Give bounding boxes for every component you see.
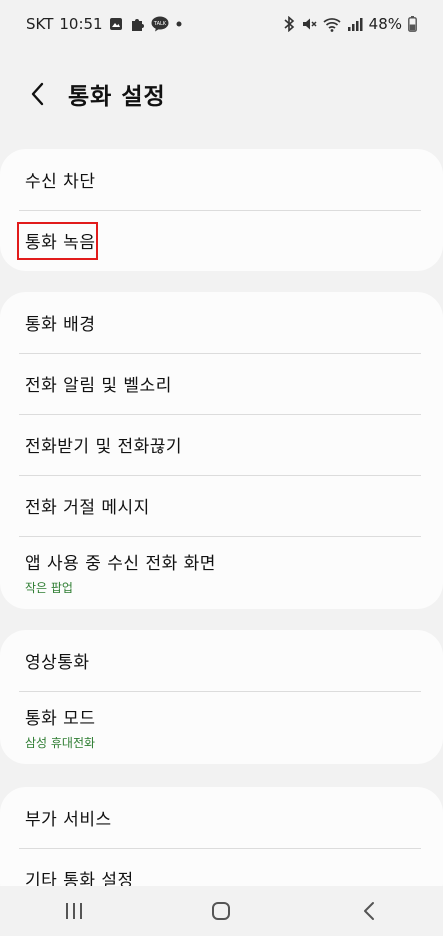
settings-group-video: 영상통화 통화 모드 삼성 휴대전화: [0, 630, 443, 764]
item-label: 영상통화: [25, 653, 90, 673]
decline-messages-item[interactable]: 전화 거절 메시지: [0, 475, 443, 536]
home-button[interactable]: [191, 886, 251, 936]
item-label: 전화 알림 및 벨소리: [25, 376, 172, 396]
signal-icon: [347, 17, 363, 31]
call-mode-item[interactable]: 통화 모드 삼성 휴대전화: [0, 691, 443, 764]
supplementary-services-item[interactable]: 부가 서비스: [0, 787, 443, 848]
call-recording-item[interactable]: 통화 녹음: [0, 210, 443, 271]
nav-back-button[interactable]: [339, 886, 399, 936]
answer-end-calls-item[interactable]: 전화받기 및 전화끊기: [0, 414, 443, 475]
home-icon: [212, 902, 231, 920]
back-button[interactable]: [10, 66, 66, 122]
battery-icon: [408, 16, 417, 32]
item-sublabel: 삼성 휴대전화: [25, 736, 96, 750]
recents-button[interactable]: [44, 886, 104, 936]
call-block-item[interactable]: 수신 차단: [0, 149, 443, 210]
mute-icon: [301, 16, 317, 32]
item-label: 앱 사용 중 수신 전화 화면: [25, 554, 216, 574]
navigation-bar: [0, 886, 443, 936]
status-bar: SKT 10:51 TALK 48%: [0, 0, 443, 48]
settings-group-block: 수신 차단 통화 녹음: [0, 149, 443, 271]
video-call-item[interactable]: 영상통화: [0, 630, 443, 691]
wifi-icon: [323, 17, 341, 32]
call-background-item[interactable]: 통화 배경: [0, 292, 443, 353]
settings-group-call: 통화 배경 전화 알림 및 벨소리 전화받기 및 전화끊기 전화 거절 메시지 …: [0, 292, 443, 609]
item-label: 전화 거절 메시지: [25, 498, 150, 518]
talk-badge-text: TALK: [153, 21, 167, 27]
item-label: 전화받기 및 전화끊기: [25, 437, 183, 457]
clock: 10:51: [59, 15, 103, 33]
battery-percent: 48%: [368, 15, 402, 33]
recents-icon: [65, 903, 82, 919]
puzzle-icon: [129, 16, 145, 32]
back-arrow-icon: [31, 82, 44, 106]
incoming-call-display-item[interactable]: 앱 사용 중 수신 전화 화면 작은 팝업: [0, 536, 443, 609]
item-label: 수신 차단: [25, 172, 96, 192]
item-label: 통화 배경: [25, 315, 96, 335]
talk-icon: TALK: [151, 16, 169, 32]
item-sublabel: 작은 팝업: [25, 581, 73, 595]
item-label: 통화 모드: [25, 709, 96, 729]
bluetooth-icon: [283, 16, 295, 32]
gallery-icon: [109, 17, 123, 31]
dot-icon: [175, 20, 183, 28]
app-bar: 통화 설정: [0, 66, 443, 122]
item-label: 부가 서비스: [25, 810, 112, 830]
carrier-label: SKT: [26, 15, 54, 33]
call-alerts-ringtone-item[interactable]: 전화 알림 및 벨소리: [0, 353, 443, 414]
page-title: 통화 설정: [68, 84, 166, 110]
back-icon: [364, 902, 375, 920]
item-label: 통화 녹음: [25, 233, 96, 253]
